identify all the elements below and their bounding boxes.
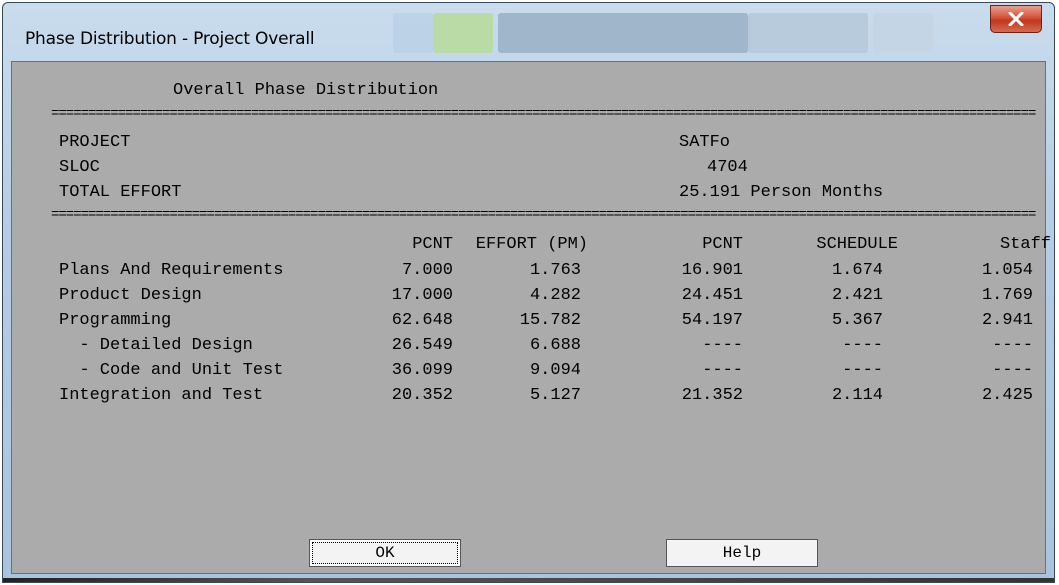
background-blur [393, 13, 433, 53]
phase-name: Product Design [59, 286, 202, 305]
staff-cell: 1.054 [981, 261, 1033, 280]
background-blur [433, 13, 493, 53]
phase-name: - Detailed Design [59, 336, 253, 355]
schedule-cell: 2.114 [831, 386, 883, 405]
staff-cell: 2.425 [981, 386, 1033, 405]
separator-top: ========================================… [51, 108, 1036, 121]
help-button[interactable]: Help [666, 539, 818, 567]
effort-cell: 15.782 [519, 311, 581, 330]
background-blur [498, 13, 748, 53]
project-value: SATFo [679, 133, 731, 152]
separator-middle: ========================================… [51, 209, 1036, 222]
schedule-cell: 1.674 [831, 261, 883, 280]
close-icon [1008, 12, 1024, 26]
phase-name: Integration and Test [59, 386, 264, 405]
phase-name: Plans And Requirements [59, 261, 284, 280]
phase-name: Programming [59, 311, 172, 330]
column-header: EFFORT (PM) [475, 235, 588, 254]
pcnt2-cell: ---- [702, 361, 743, 380]
effort-cell: 4.282 [529, 286, 581, 305]
background-blur [873, 13, 933, 53]
effort-cell: 5.127 [529, 386, 581, 405]
pcnt2-cell: 21.352 [681, 386, 743, 405]
effort-cell: 6.688 [529, 336, 581, 355]
schedule-cell: ---- [842, 361, 883, 380]
project-label: PROJECT [59, 133, 131, 152]
effort-cell: 9.094 [529, 361, 581, 380]
effort-value: 25.191 Person Months [679, 183, 884, 202]
staff-cell: ---- [992, 361, 1033, 380]
pcnt2-cell: ---- [702, 336, 743, 355]
effort-label: TOTAL EFFORT [59, 183, 182, 202]
sloc-value: 4704 [707, 158, 748, 177]
background-blur [748, 13, 868, 53]
schedule-cell: 2.421 [831, 286, 883, 305]
column-header: Staff [999, 235, 1051, 254]
schedule-cell: 5.367 [831, 311, 883, 330]
close-button[interactable] [990, 5, 1042, 33]
staff-cell: ---- [992, 336, 1033, 355]
schedule-cell: ---- [842, 336, 883, 355]
window-title: Phase Distribution - Project Overall [25, 29, 315, 49]
staff-cell: 2.941 [981, 311, 1033, 330]
title-bar[interactable]: Phase Distribution - Project Overall [3, 3, 1054, 61]
sloc-label: SLOC [59, 158, 100, 177]
phase-name: - Code and Unit Test [59, 361, 284, 380]
column-header: PCNT [702, 235, 743, 254]
report-heading: Overall Phase Distribution [173, 81, 439, 100]
dialog-window: Phase Distribution - Project Overall Ove… [2, 2, 1055, 583]
column-header: SCHEDULE [816, 235, 898, 254]
effort-cell: 1.763 [529, 261, 581, 280]
pcnt2-cell: 54.197 [681, 311, 743, 330]
window-bottom-edge [3, 578, 1054, 582]
ok-button[interactable]: OK [309, 539, 461, 567]
pcnt2-cell: 16.901 [681, 261, 743, 280]
staff-cell: 1.769 [981, 286, 1033, 305]
pcnt2-cell: 24.451 [681, 286, 743, 305]
